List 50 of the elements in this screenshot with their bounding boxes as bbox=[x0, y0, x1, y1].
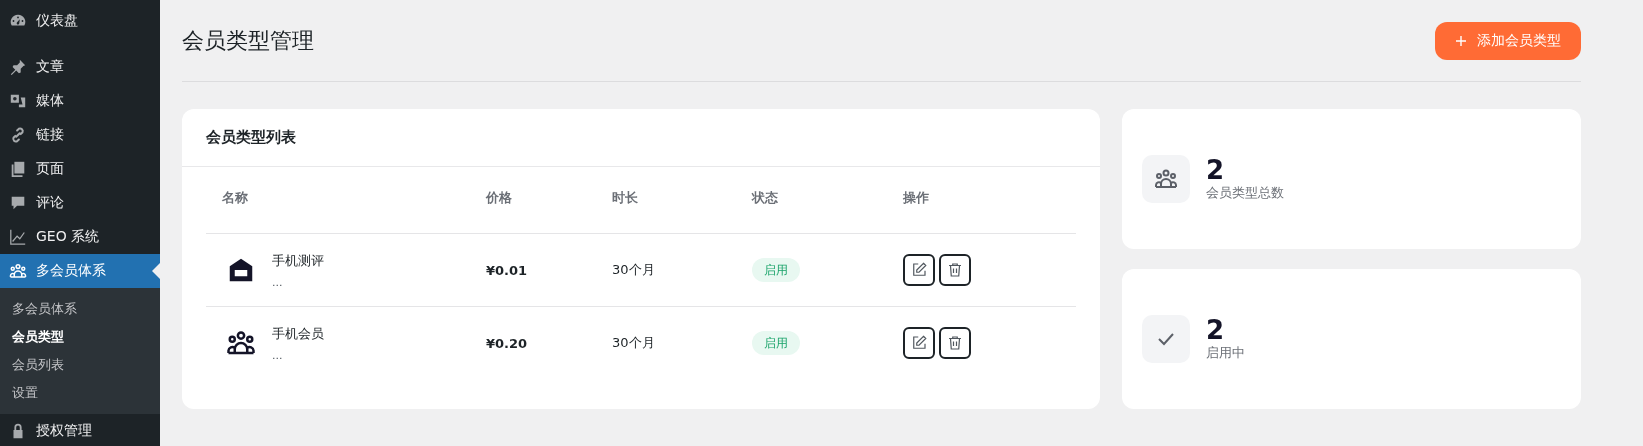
menu-item[interactable]: 仪表盘 bbox=[0, 4, 160, 38]
menu-item[interactable]: GEO 系统 bbox=[0, 220, 160, 254]
delete-button[interactable] bbox=[939, 254, 971, 286]
type-name: 手机会员 bbox=[272, 324, 324, 343]
pages-icon bbox=[9, 160, 27, 178]
people-icon bbox=[1154, 167, 1178, 191]
duration-cell-text: 30个月 bbox=[611, 261, 656, 279]
menu-item[interactable]: 多会员体系 bbox=[0, 254, 160, 288]
column-header: 操作 bbox=[902, 189, 930, 207]
stat-value: 2 bbox=[1206, 315, 1226, 345]
price-cell-text: ¥0.01 bbox=[485, 262, 529, 278]
column-header: 状态 bbox=[750, 189, 779, 207]
link-icon bbox=[9, 126, 27, 144]
submenu-item[interactable]: 设置 bbox=[0, 379, 160, 407]
media-icon bbox=[9, 92, 27, 110]
edit-button[interactable] bbox=[903, 254, 935, 286]
trash-icon bbox=[946, 334, 964, 352]
type-name: 手机测评 bbox=[272, 251, 324, 270]
delete-button[interactable] bbox=[939, 327, 971, 359]
trash-icon bbox=[946, 261, 964, 279]
menu-item[interactable]: 页面 bbox=[0, 152, 160, 186]
submenu-item[interactable]: 多会员体系 bbox=[0, 295, 160, 323]
type-description: ... bbox=[272, 348, 284, 362]
status-badge: 启用 bbox=[752, 330, 800, 355]
menu-item[interactable]: 链接 bbox=[0, 118, 160, 152]
menu-item[interactable]: 授权管理 bbox=[0, 414, 160, 446]
type-description: ... bbox=[272, 275, 284, 289]
edit-button[interactable] bbox=[903, 327, 935, 359]
status-badge: 启用 bbox=[752, 257, 800, 282]
menu-item[interactable]: 媒体 bbox=[0, 84, 160, 118]
plus-icon bbox=[1455, 34, 1467, 47]
stat-value: 2 bbox=[1206, 155, 1226, 185]
chart-icon bbox=[9, 228, 27, 246]
menu-item[interactable]: 评论 bbox=[0, 186, 160, 220]
edit-icon bbox=[910, 261, 928, 279]
menu-item[interactable]: 文章 bbox=[0, 50, 160, 84]
card-title: 会员类型列表 bbox=[182, 109, 1100, 167]
submenu-item[interactable]: 会员类型 bbox=[0, 323, 160, 351]
stat-label: 启用中 bbox=[1206, 344, 1245, 363]
submenu-item[interactable]: 会员列表 bbox=[0, 351, 160, 379]
column-header: 名称 bbox=[221, 189, 249, 207]
duration-cell-text: 30个月 bbox=[611, 334, 656, 352]
pin-icon bbox=[9, 58, 27, 76]
people-icon bbox=[9, 262, 27, 280]
page-title: 会员类型管理 bbox=[182, 26, 314, 55]
price-cell-text: ¥0.20 bbox=[485, 335, 529, 351]
column-header: 价格 bbox=[484, 189, 513, 207]
stat-label: 会员类型总数 bbox=[1206, 184, 1284, 203]
edit-icon bbox=[910, 334, 928, 352]
column-header: 时长 bbox=[611, 189, 639, 207]
